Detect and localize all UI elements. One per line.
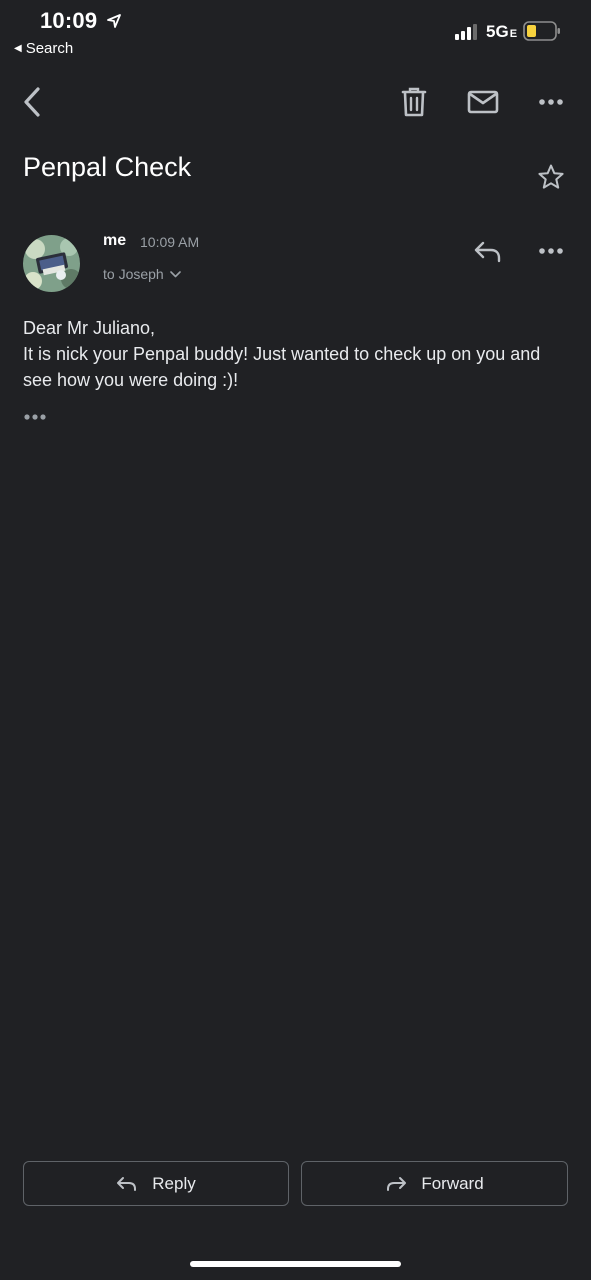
network-suffix: E — [509, 28, 518, 40]
sender-avatar — [23, 235, 80, 292]
network-type: 5G — [486, 22, 509, 41]
more-horizontal-icon — [24, 414, 46, 420]
location-arrow-icon — [107, 14, 121, 28]
more-options-button[interactable] — [535, 92, 567, 112]
delete-button[interactable] — [398, 86, 430, 118]
signal-strength-icon — [455, 24, 477, 40]
reply-icon — [474, 241, 501, 263]
mail-icon — [467, 90, 499, 114]
show-trimmed-content-button[interactable] — [22, 407, 52, 427]
forward-button[interactable]: Forward — [301, 1161, 568, 1206]
more-horizontal-icon — [539, 99, 563, 105]
email-subject: Penpal Check — [23, 152, 192, 182]
status-time: 10:09 — [40, 8, 98, 33]
email-body-line: It is nick your Penpal buddy! Just wante… — [23, 344, 546, 390]
forward-icon — [387, 1176, 407, 1191]
mark-unread-button[interactable] — [466, 88, 500, 116]
reply-button-label: Reply — [152, 1173, 196, 1193]
reply-icon — [117, 1176, 137, 1191]
back-chevron-icon — [24, 87, 40, 117]
recipient-label: to Joseph — [103, 266, 164, 282]
avatar-image — [23, 235, 80, 292]
message-more-options-button[interactable] — [535, 241, 567, 261]
recipient-details-toggle[interactable]: to Joseph — [103, 266, 181, 282]
network-indicator: 5GE — [486, 22, 517, 42]
back-app-label: Search — [25, 40, 74, 57]
forward-button-label: Forward — [421, 1173, 484, 1193]
reply-message-button[interactable] — [470, 238, 506, 266]
sender-name: me — [103, 232, 127, 249]
email-body-line: Dear Mr Juliano, — [23, 318, 156, 338]
back-to-search-link[interactable]: ◀ Search — [14, 40, 73, 57]
back-button[interactable] — [16, 85, 48, 119]
home-indicator[interactable] — [190, 1261, 401, 1267]
battery-icon — [523, 21, 560, 41]
sent-time: 10:09 AM — [140, 234, 200, 250]
email-body: Dear Mr Juliano, It is nick your Penpal … — [23, 315, 571, 393]
reply-button[interactable]: Reply — [23, 1161, 289, 1206]
star-button[interactable] — [535, 161, 567, 193]
more-horizontal-icon — [539, 248, 563, 254]
star-icon — [538, 164, 564, 189]
back-triangle-icon: ◀ — [14, 43, 22, 54]
chevron-down-icon — [169, 271, 181, 278]
trash-icon — [401, 87, 427, 117]
